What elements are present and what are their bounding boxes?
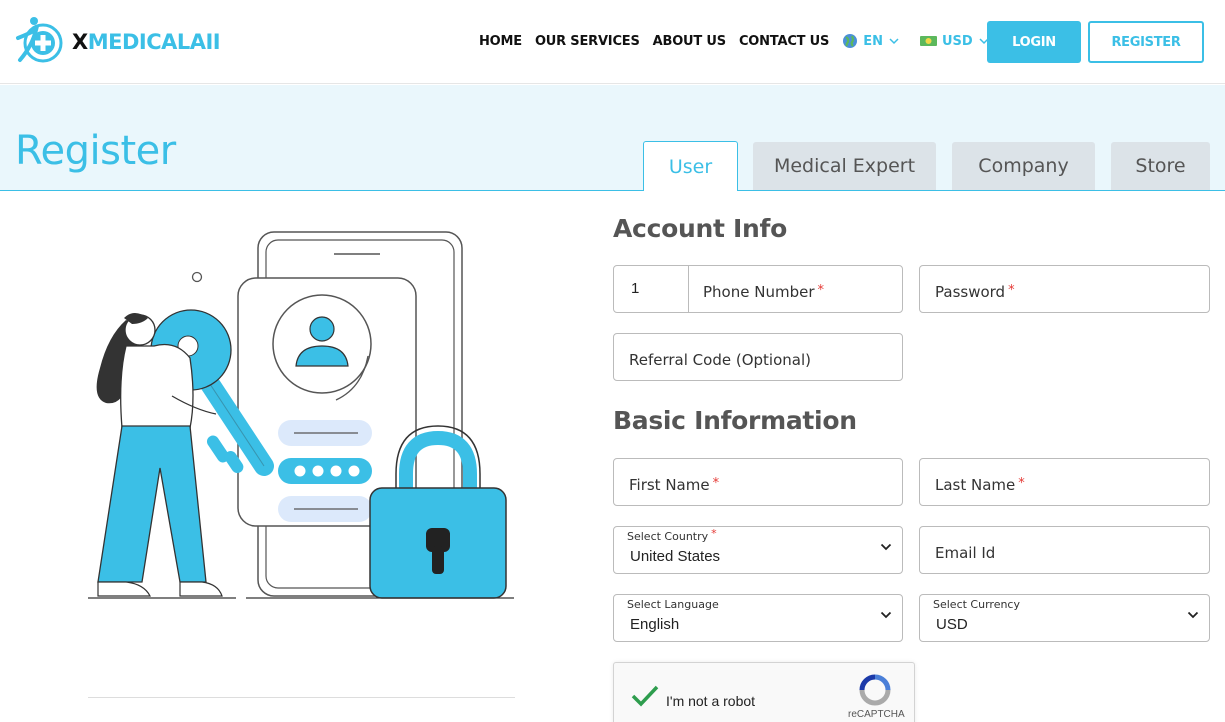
nav-home[interactable]: HOME [479, 34, 522, 49]
referral-code-label: Referral Code (Optional) [629, 351, 811, 369]
nav-our-services[interactable]: OUR SERVICES [535, 34, 640, 49]
globe-icon [843, 34, 858, 48]
register-button[interactable]: REGISTER [1088, 21, 1204, 63]
currency-select-label: Select Currency [933, 598, 1020, 611]
recaptcha-widget: I'm not a robot reCAPTCHA [613, 662, 915, 722]
phone-number-label: Phone Number * [703, 283, 824, 301]
password-field[interactable]: Password * [919, 265, 1210, 313]
nav-contact-us[interactable]: CONTACT US [739, 34, 829, 49]
last-name-label: Last Name * [935, 476, 1025, 494]
language-select-label: Select Language [627, 598, 719, 611]
referral-code-field[interactable]: Referral Code (Optional) [613, 333, 903, 381]
tab-user[interactable]: User [643, 141, 738, 191]
page-title: Register [15, 128, 176, 174]
country-select[interactable]: Select Country * United States [613, 526, 903, 574]
currency-dropdown[interactable]: USD [919, 33, 994, 49]
page-title-band: Register User Medical Expert Company Sto… [0, 85, 1225, 191]
currency-select-value: USD [936, 616, 968, 633]
currency-select[interactable]: Select Currency USD [919, 594, 1210, 642]
login-security-illustration [88, 231, 514, 599]
checkmark-icon[interactable] [630, 684, 660, 708]
login-button[interactable]: LOGIN [987, 21, 1081, 63]
chevron-down-icon [1187, 611, 1199, 619]
chevron-down-icon [889, 37, 899, 44]
account-info-title: Account Info [613, 214, 787, 243]
phone-number-field[interactable]: 1 Phone Number * [613, 265, 903, 313]
language-dropdown[interactable]: EN [842, 33, 904, 49]
recaptcha-brand: reCAPTCHA [848, 709, 905, 720]
first-name-label: First Name * [629, 476, 720, 494]
site-header: XMEDICALAII HOME OUR SERVICES ABOUT US C… [0, 0, 1225, 84]
country-select-value: United States [630, 548, 721, 565]
tab-store[interactable]: Store [1111, 142, 1210, 190]
site-logo[interactable]: XMEDICALAII [14, 16, 221, 68]
chevron-down-icon [880, 543, 892, 551]
language-select[interactable]: Select Language English [613, 594, 903, 642]
illustration-divider [88, 697, 515, 698]
currency-value: USD [941, 33, 973, 49]
recaptcha-logo-icon [859, 674, 891, 706]
banknote-icon [919, 36, 937, 46]
chevron-down-icon [880, 611, 892, 619]
country-code-input[interactable]: 1 [614, 266, 689, 312]
tab-company[interactable]: Company [952, 142, 1095, 190]
language-select-value: English [630, 616, 680, 633]
email-field[interactable]: Email Id [919, 526, 1210, 574]
medical-cross-logo-icon [16, 17, 63, 63]
language-value: EN [863, 33, 883, 49]
password-label: Password * [935, 283, 1015, 301]
nav-about-us[interactable]: ABOUT US [653, 34, 726, 49]
recaptcha-label: I'm not a robot [666, 693, 756, 709]
country-select-label: Select Country * [627, 527, 717, 543]
basic-info-title: Basic Information [613, 406, 857, 435]
tab-medical-expert[interactable]: Medical Expert [753, 142, 936, 190]
first-name-field[interactable]: First Name * [613, 458, 903, 506]
email-label: Email Id [935, 544, 996, 562]
main-nav: HOME OUR SERVICES ABOUT US CONTACT US EN… [479, 33, 1010, 49]
last-name-field[interactable]: Last Name * [919, 458, 1210, 506]
logo-text: XMEDICALAII [72, 30, 221, 54]
